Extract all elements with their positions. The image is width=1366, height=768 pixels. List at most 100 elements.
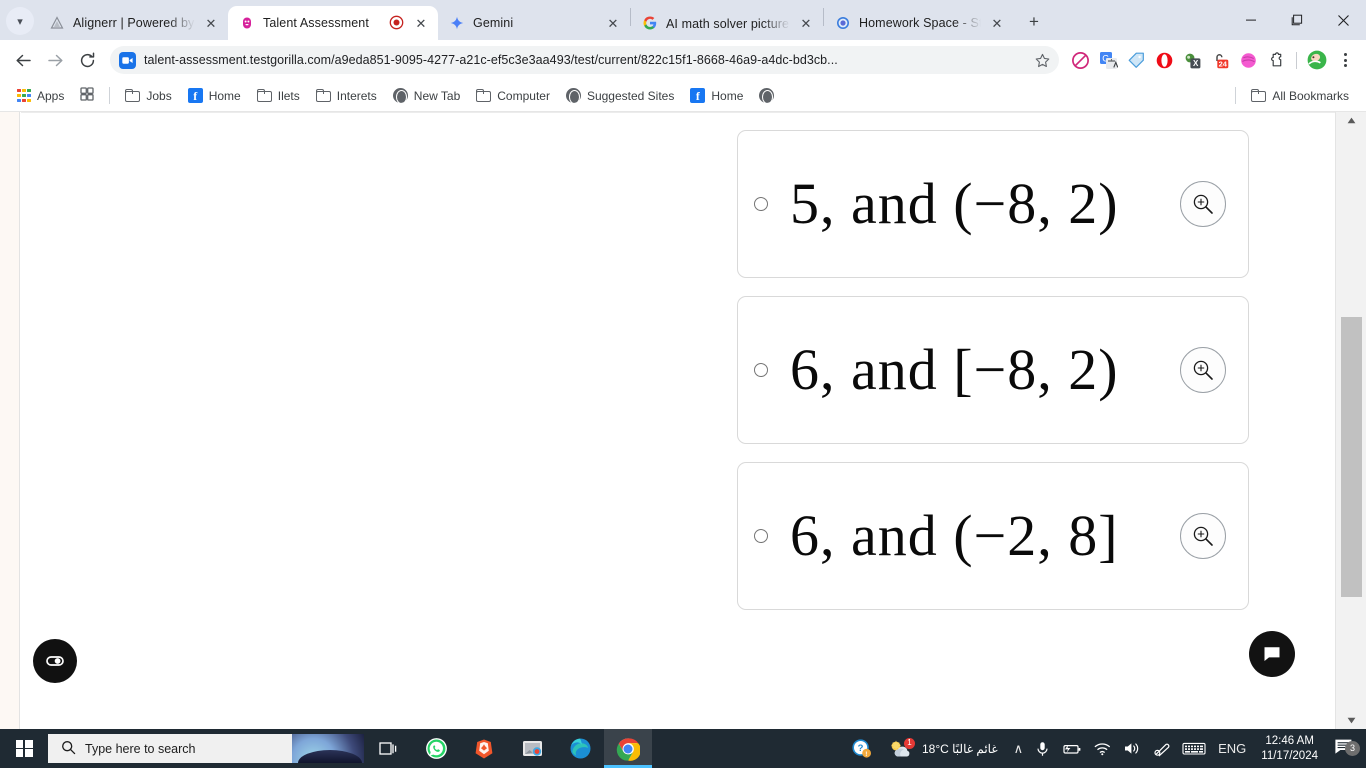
tab-gemini[interactable]: Gemini ✕ [438,6,630,40]
notifications-icon[interactable]: 3 [1327,737,1366,761]
accessibility-toggle-icon[interactable] [33,639,77,683]
answer-option-a-text: 5, and (−8, 2) [790,171,1119,236]
address-bar[interactable]: talent-assessment.testgorilla.com/a9eda8… [110,46,1059,74]
tab-close-icon[interactable]: ✕ [798,15,814,31]
google-translate-icon[interactable]: G [1095,47,1121,73]
all-bookmarks-button[interactable]: All Bookmarks [1244,85,1356,107]
gemini-sparkle-icon [449,15,465,31]
badge-24-icon[interactable]: 24 [1207,47,1233,73]
windows-logo [15,740,33,757]
bookmark-ilets[interactable]: Ilets [250,85,307,107]
taskbar-pinned-apps [364,729,652,768]
zoom-in-icon[interactable] [1180,181,1226,227]
pink-circle-icon[interactable] [1235,47,1261,73]
photos-icon[interactable] [508,729,556,768]
bookmark-apps[interactable]: Apps [10,85,71,107]
brave-icon[interactable] [460,729,508,768]
tab-homework-space-studyx[interactable]: Homework Space - StudyX ✕ [824,6,1014,40]
adblock-icon[interactable] [1067,47,1093,73]
bookmark-globe-extra[interactable] [752,84,781,107]
address-bar-url[interactable]: talent-assessment.testgorilla.com/a9eda8… [144,53,1021,67]
search-highlight-image [292,734,364,763]
studyx-icon [835,15,851,31]
reload-button-icon[interactable] [72,45,102,75]
radio-button-c[interactable] [754,529,768,543]
tab-close-icon[interactable]: ✕ [989,15,1005,31]
page-scrollbar[interactable] [1335,112,1366,729]
taskbar-search-input[interactable]: Type here to search [48,734,364,763]
scrollbar-thumb[interactable] [1341,317,1362,597]
volume-icon[interactable] [1117,741,1147,756]
microphone-icon[interactable] [1029,741,1056,757]
zoom-in-icon[interactable] [1180,347,1226,393]
keyboard-icon[interactable] [1176,741,1212,756]
excel-grammar-icon[interactable]: X [1179,47,1205,73]
google-chrome-icon[interactable] [604,729,652,768]
tab-close-icon[interactable]: ✕ [413,15,429,31]
tab-label: Homework Space - StudyX [859,16,981,30]
whatsapp-icon[interactable] [412,729,460,768]
chat-bubble-icon[interactable] [1249,631,1295,677]
windows-taskbar: Type here to search ?! 1 18°C غائم غالبً… [0,729,1366,768]
bookmark-home-facebook-2[interactable]: f Home [683,84,750,107]
bookmark-suggested-sites[interactable]: Suggested Sites [559,84,681,107]
system-tray: ?! 1 18°C غائم غالبًا ∧ ENG 12:46 AM 11/… [845,729,1366,768]
bookmark-label: New Tab [413,88,461,103]
tab-close-icon[interactable]: ✕ [203,15,219,31]
new-tab-button[interactable]: + [1020,8,1048,36]
tab-search-chevron-down-icon[interactable]: ▾ [6,7,34,35]
weather-widget[interactable]: 1 18°C غائم غالبًا [878,737,1008,759]
bookmark-home-facebook-1[interactable]: f Home [181,84,248,107]
taskbar-clock[interactable]: 12:46 AM 11/17/2024 [1252,734,1327,763]
bookmark-star-icon[interactable] [1029,47,1055,73]
video-camera-icon[interactable] [118,51,136,69]
bookmark-divider [109,87,111,104]
bookmark-interets[interactable]: Interets [309,85,384,107]
scroll-up-arrow-icon[interactable] [1336,112,1366,129]
extensions-puzzle-icon[interactable] [1263,47,1289,73]
wifi-icon[interactable] [1088,742,1117,756]
bookmark-divider [1235,87,1237,104]
help-question-icon[interactable]: ?! [845,738,878,759]
folder-icon [256,89,272,102]
bookmark-label: Home [208,88,241,103]
tag-icon[interactable] [1123,47,1149,73]
bookmark-label: Interets [336,88,377,103]
bookmark-new-tab[interactable]: New Tab [386,84,467,107]
answer-option-card-b[interactable]: 6, and [−8, 2) [737,296,1249,444]
zoom-in-icon[interactable] [1180,513,1226,559]
answer-option-b-text: 6, and [−8, 2) [790,337,1119,402]
bookmark-jobs[interactable]: Jobs [118,85,178,107]
forward-button-icon[interactable] [40,45,70,75]
radio-button-a[interactable] [754,197,768,211]
language-indicator[interactable]: ENG [1212,741,1252,756]
battery-icon[interactable] [1056,742,1088,756]
windows-start-icon[interactable] [0,729,48,768]
close-button[interactable] [1320,4,1366,36]
minimize-button[interactable] [1228,4,1274,36]
back-button-icon[interactable] [8,45,38,75]
tab-close-icon[interactable]: ✕ [605,15,621,31]
tab-label: Talent Assessment [263,16,369,30]
radio-button-b[interactable] [754,363,768,377]
maximize-button[interactable] [1274,4,1320,36]
opera-gx-icon[interactable] [1151,47,1177,73]
tray-expand-chevron-up-icon[interactable]: ∧ [1008,741,1030,757]
toolbar-divider [1296,51,1297,69]
answer-option-card-c[interactable]: 6, and (−2, 8] [737,462,1249,610]
scroll-down-arrow-icon[interactable] [1336,712,1366,729]
tab-recording-icon[interactable] [389,15,405,31]
chrome-menu-icon[interactable] [1332,46,1358,74]
svg-text:!: ! [865,751,867,758]
tab-ai-math-solver[interactable]: AI math solver picture - بحث ✕ [631,6,823,40]
microsoft-edge-icon[interactable] [556,729,604,768]
task-view-icon[interactable] [364,729,412,768]
answer-option-card-a[interactable]: 5, and (−8, 2) [737,130,1249,278]
tab-talent-assessment[interactable]: Talent Assessment ✕ [228,6,438,40]
bookmark-reading-list[interactable] [73,83,101,108]
pen-icon[interactable] [1147,740,1176,757]
profile-avatar-icon[interactable] [1304,47,1330,73]
bookmark-computer[interactable]: Computer [469,85,557,107]
tab-alignerr[interactable]: Alignerr | Powered by Labelb ✕ [38,6,228,40]
clock-date: 11/17/2024 [1261,749,1318,762]
